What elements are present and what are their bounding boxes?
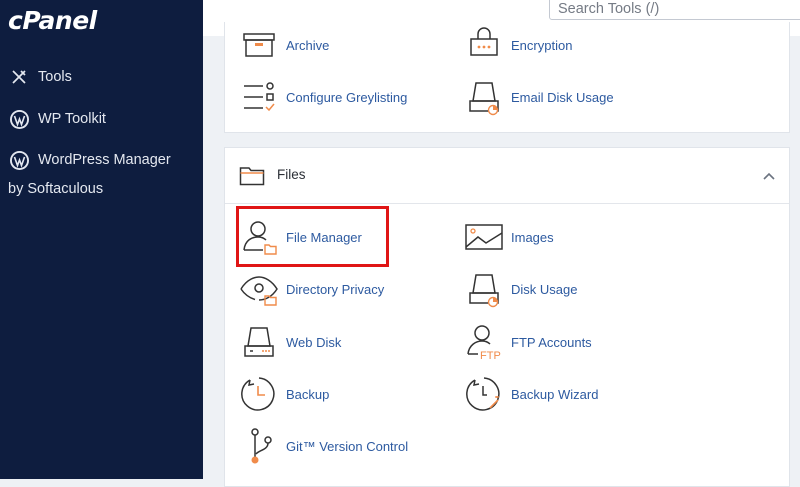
- tool-backup-wizard[interactable]: Backup Wizard: [463, 373, 598, 415]
- tool-backup[interactable]: Backup: [238, 373, 329, 415]
- file-manager-highlight: [236, 206, 389, 267]
- tool-ftp-accounts[interactable]: FTP FTP Accounts: [463, 321, 592, 363]
- sidebar-item-label: WP Toolkit: [38, 111, 106, 127]
- sidebar-item-sublabel[interactable]: by Softaculous: [8, 181, 103, 197]
- disk-usage-icon: [463, 268, 505, 310]
- tool-directory-privacy[interactable]: Directory Privacy: [238, 268, 384, 310]
- tool-label: Git™ Version Control: [286, 438, 409, 454]
- tool-label: Encryption: [511, 37, 573, 53]
- chevron-up-icon[interactable]: [762, 168, 776, 186]
- wordpress-icon: [8, 108, 30, 130]
- tool-label: Backup: [286, 386, 330, 402]
- sidebar-item-tools[interactable]: Tools: [8, 66, 72, 88]
- git-icon: [238, 425, 280, 467]
- tool-label: Configure Greylisting: [286, 89, 408, 105]
- tool-git-version-control[interactable]: Git™ Version Control: [238, 425, 408, 467]
- tool-disk-usage[interactable]: Disk Usage: [463, 268, 577, 310]
- tool-label: Backup Wizard: [511, 386, 599, 402]
- search-input[interactable]: Search Tools (/): [549, 0, 800, 20]
- sidebar-item-label: WordPress Manager: [38, 152, 171, 168]
- tool-label: Images: [511, 229, 554, 245]
- tool-images[interactable]: Images: [463, 216, 554, 258]
- files-section-header[interactable]: Files: [225, 148, 789, 204]
- archive-icon: [238, 24, 280, 66]
- encryption-icon: [463, 24, 505, 66]
- files-section-title: Files: [277, 167, 306, 182]
- folder-icon: [239, 164, 265, 191]
- tool-label: Disk Usage: [511, 281, 578, 297]
- eye-folder-icon: [238, 268, 280, 310]
- tool-label: Web Disk: [286, 334, 342, 350]
- tools-icon: [8, 66, 30, 88]
- tool-web-disk[interactable]: Web Disk: [238, 321, 341, 363]
- cpanel-logo[interactable]: cPanel: [8, 6, 97, 35]
- tool-label: FTP Accounts: [511, 334, 592, 350]
- sidebar-item-wp-toolkit[interactable]: WP Toolkit: [8, 108, 106, 130]
- tool-archive[interactable]: Archive: [238, 24, 329, 66]
- wordpress-icon: [8, 149, 30, 171]
- tool-label: Archive: [286, 37, 330, 53]
- sidebar-item-label: Tools: [38, 69, 72, 85]
- clock-wand-icon: [463, 373, 505, 415]
- sidebar: cPanel Tools WP Toolkit WordPress Manage…: [0, 0, 203, 479]
- drive-icon: [238, 321, 280, 363]
- tool-configure-greylisting[interactable]: Configure Greylisting: [238, 76, 407, 118]
- disk-usage-icon: [463, 76, 505, 118]
- checklist-icon: [238, 76, 280, 118]
- clock-icon: [238, 373, 280, 415]
- ftp-badge-text: FTP: [480, 350, 501, 362]
- tool-encryption[interactable]: Encryption: [463, 24, 572, 66]
- image-icon: [463, 216, 505, 258]
- tool-label: Email Disk Usage: [511, 89, 614, 105]
- tool-email-disk-usage[interactable]: Email Disk Usage: [463, 76, 614, 118]
- ftp-user-icon: FTP: [463, 321, 505, 363]
- sidebar-item-wordpress-manager[interactable]: WordPress Manager: [8, 149, 171, 171]
- tool-label: Directory Privacy: [286, 281, 385, 297]
